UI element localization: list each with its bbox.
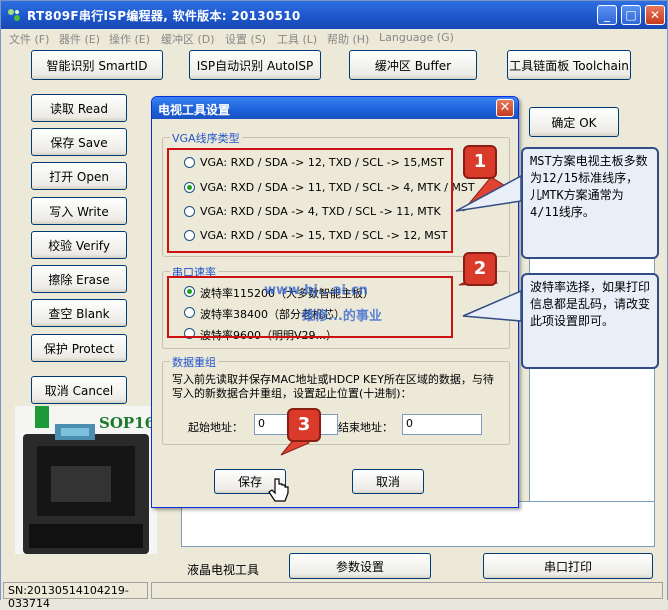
annotation-number-2: 2: [463, 252, 497, 286]
callout-vga-note: MST方案电视主板多数为12/15标准线序，儿MTK方案通常为4/11线序。: [521, 147, 659, 259]
main-window: RT809F串行ISP编程器, 软件版本: 20130510 _ □ ✕ 文件 …: [0, 0, 668, 610]
annotation-number-3: 3: [287, 408, 321, 442]
callout-baud-note: 波特率选择，如果打印信息都是乱码，请改变此项设置即可。: [521, 273, 659, 369]
annotation-number-1: 1: [463, 145, 497, 179]
hand-cursor-icon: [268, 478, 289, 502]
